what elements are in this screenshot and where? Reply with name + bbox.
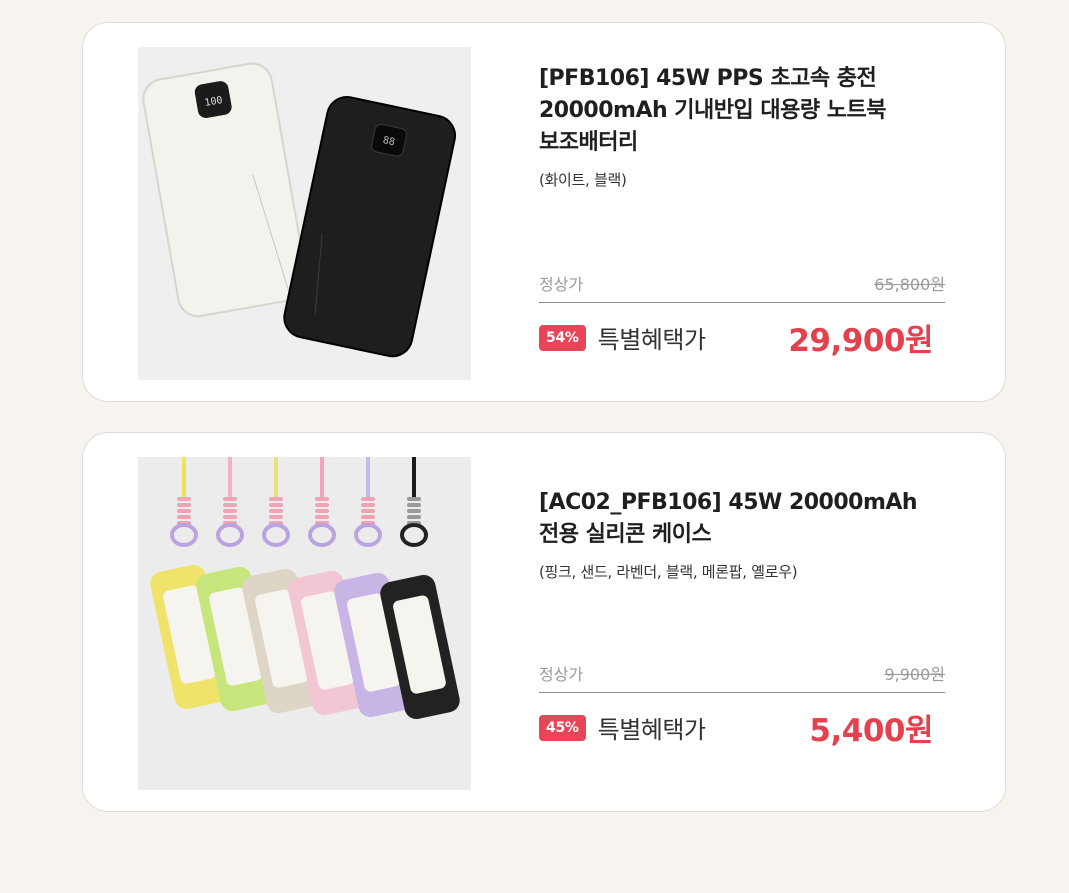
product-title[interactable]: [PFB106] 45W PPS 초고속 충전 20000mAh 기내반입 대용… xyxy=(539,63,959,159)
sale-price-row: 45% 특별혜택가 5,400원 xyxy=(539,705,945,750)
silicone-case-illustration xyxy=(138,457,471,790)
product-options: (핑크, 샌드, 라벤더, 블랙, 메론팝, 옐로우) xyxy=(539,562,798,581)
sale-price-label: 특별혜택가 xyxy=(597,716,706,744)
price-block: 정상가 9,900원 45% 특별혜택가 5,400원 xyxy=(539,661,945,750)
product-card[interactable]: [AC02_PFB106] 45W 20000mAh 전용 실리콘 케이스 (핑… xyxy=(82,432,1006,812)
product-image[interactable] xyxy=(138,457,471,790)
product-image[interactable]: 100 88 xyxy=(138,47,471,380)
discount-badge: 54% xyxy=(539,324,586,351)
product-options: (화이트, 블랙) xyxy=(539,170,627,189)
regular-price-label: 정상가 xyxy=(539,275,584,294)
sale-price: 29,900원 xyxy=(788,323,933,359)
sale-price: 5,400원 xyxy=(809,713,933,749)
regular-price-label: 정상가 xyxy=(539,665,584,684)
regular-price: 65,800원 xyxy=(874,275,945,294)
sale-price-row: 54% 특별혜택가 29,900원 xyxy=(539,315,945,360)
regular-price-row: 정상가 65,800원 xyxy=(539,271,945,303)
discount-badge: 45% xyxy=(539,714,586,741)
product-card[interactable]: 100 88 [PFB106] 45W PPS 초고속 충전 20000mAh … xyxy=(82,22,1006,402)
product-title[interactable]: [AC02_PFB106] 45W 20000mAh 전용 실리콘 케이스 xyxy=(539,487,959,551)
regular-price-row: 정상가 9,900원 xyxy=(539,661,945,693)
power-bank-illustration: 100 88 xyxy=(138,47,471,380)
price-block: 정상가 65,800원 54% 특별혜택가 29,900원 xyxy=(539,271,945,360)
regular-price: 9,900원 xyxy=(884,665,945,684)
sale-price-label: 특별혜택가 xyxy=(597,326,706,354)
